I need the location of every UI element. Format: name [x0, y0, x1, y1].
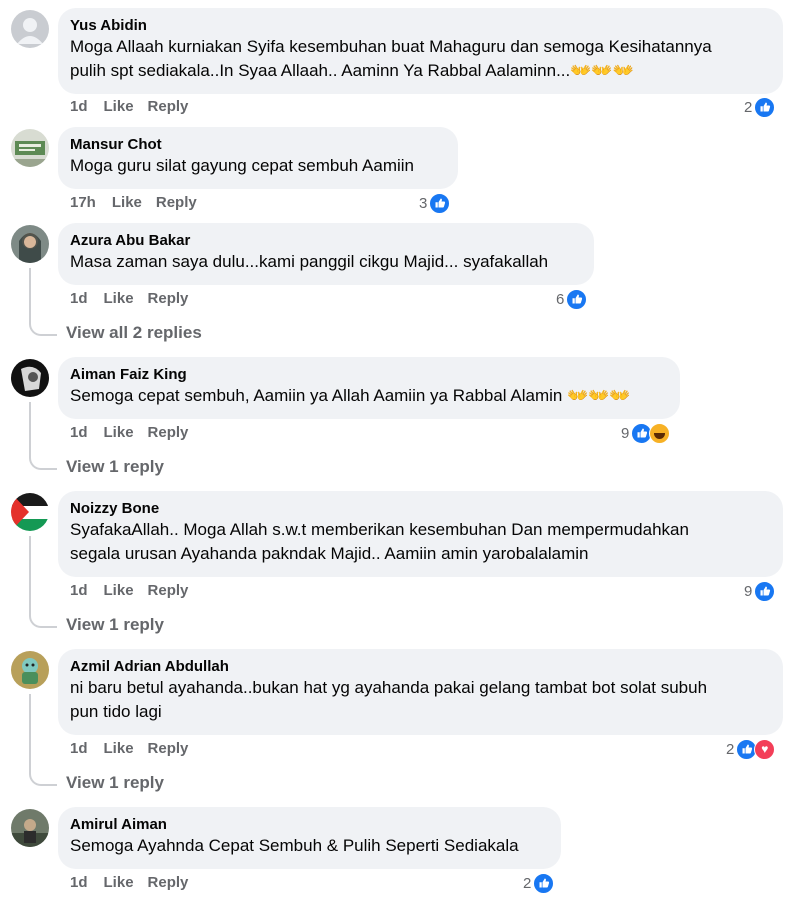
comment-text-line: Semoga cepat sembuh, Aamiin ya Allah Aam…: [70, 386, 631, 405]
comment-text-line: Semoga Ayahnda Cepat Sembuh & Pulih Sepe…: [70, 836, 519, 855]
reply-thread-line: [29, 268, 57, 336]
reply-button[interactable]: Reply: [148, 582, 189, 599]
comment-text-line: pulih spt sediakala..In Syaa Allaah.. Aa…: [70, 61, 634, 80]
comment-author[interactable]: Azmil Adrian Abdullah: [70, 657, 771, 676]
comment-timestamp[interactable]: 17h: [70, 194, 96, 211]
comment-text-line: segala urusan Ayahanda pakndak Majid.. A…: [70, 544, 589, 563]
user-avatar-icon[interactable]: [11, 225, 49, 263]
comment-author[interactable]: Noizzy Bone: [70, 499, 771, 518]
reaction-summary[interactable]: 2: [523, 872, 555, 894]
user-avatar-icon[interactable]: [11, 359, 49, 397]
comment-timestamp[interactable]: 1d: [70, 740, 88, 757]
like-button[interactable]: Like: [104, 424, 134, 441]
reply-button[interactable]: Reply: [148, 424, 189, 441]
view-replies-link[interactable]: View 1 reply: [66, 615, 164, 635]
reply-button[interactable]: Reply: [156, 194, 197, 211]
default-avatar-icon[interactable]: [11, 10, 49, 48]
like-icon: [754, 96, 776, 118]
comment-actions: 1d Like Reply: [70, 874, 202, 891]
like-button[interactable]: Like: [104, 582, 134, 599]
reaction-count: 2: [523, 874, 532, 892]
user-avatar-icon[interactable]: [11, 809, 49, 847]
view-replies-link[interactable]: View 1 reply: [66, 457, 164, 477]
comment-actions: 1d Like Reply: [70, 424, 202, 441]
comment-bubble: Azura Abu Bakar Masa zaman saya dulu...k…: [58, 223, 594, 285]
comment-author[interactable]: Aiman Faiz King: [70, 365, 668, 384]
comment-timestamp[interactable]: 1d: [70, 874, 88, 891]
reaction-count: 9: [621, 424, 630, 442]
like-button[interactable]: Like: [104, 740, 134, 757]
user-avatar-icon[interactable]: [11, 651, 49, 689]
like-button[interactable]: Like: [104, 290, 134, 307]
comment-timestamp[interactable]: 1d: [70, 290, 88, 307]
view-replies-link[interactable]: View all 2 replies: [66, 323, 202, 343]
comment-text-line: Moga Allaah kurniakan Syifa kesembuhan b…: [70, 37, 712, 56]
comment-author[interactable]: Yus Abidin: [70, 16, 771, 35]
comment-author[interactable]: Mansur Chot: [70, 135, 446, 154]
reaction-summary[interactable]: 6: [556, 288, 588, 310]
like-button[interactable]: Like: [112, 194, 142, 211]
reaction-summary[interactable]: 9: [744, 580, 776, 602]
reaction-summary[interactable]: 3: [419, 192, 451, 214]
comment-text-line: pun tido lagi: [70, 702, 162, 721]
haha-icon: [649, 422, 671, 444]
reply-thread-line: [29, 694, 57, 786]
comment-timestamp[interactable]: 1d: [70, 582, 88, 599]
comment-author[interactable]: Azura Abu Bakar: [70, 231, 582, 250]
comment-author[interactable]: Amirul Aiman: [70, 815, 549, 834]
like-button[interactable]: Like: [104, 98, 134, 115]
reply-thread-line: [29, 402, 57, 470]
comment-bubble: Aiman Faiz King Semoga cepat sembuh, Aam…: [58, 357, 680, 419]
comment-timestamp[interactable]: 1d: [70, 98, 88, 115]
like-icon: [566, 288, 588, 310]
reply-button[interactable]: Reply: [148, 740, 189, 757]
reaction-count: 3: [419, 194, 428, 212]
reply-thread-line: [29, 536, 57, 628]
comment-bubble: Yus Abidin Moga Allaah kurniakan Syifa k…: [58, 8, 783, 94]
love-icon: ♥: [754, 738, 776, 760]
comment-actions: 1d Like Reply: [70, 582, 202, 599]
comment-text-line: Moga guru silat gayung cepat sembuh Aami…: [70, 156, 414, 175]
like-icon: [429, 192, 451, 214]
like-icon: [754, 580, 776, 602]
reaction-summary[interactable]: 9: [621, 422, 671, 444]
comment-timestamp[interactable]: 1d: [70, 424, 88, 441]
reply-button[interactable]: Reply: [148, 290, 189, 307]
reply-button[interactable]: Reply: [148, 98, 189, 115]
comment-actions: 1d Like Reply: [70, 740, 202, 757]
reaction-summary[interactable]: 2 ♥: [726, 738, 776, 760]
comment-bubble: Azmil Adrian Abdullah ni baru betul ayah…: [58, 649, 783, 735]
comment-text-line: Masa zaman saya dulu...kami panggil cikg…: [70, 252, 549, 271]
reaction-summary[interactable]: 2: [744, 96, 776, 118]
reaction-count: 2: [726, 740, 735, 758]
comment-text-line: SyafakaAllah.. Moga Allah s.w.t memberik…: [70, 520, 689, 539]
reaction-count: 2: [744, 98, 753, 116]
reaction-count: 6: [556, 290, 565, 308]
comment-bubble: Amirul Aiman Semoga Ayahnda Cepat Sembuh…: [58, 807, 561, 869]
comment-text-line: ni baru betul ayahanda..bukan hat yg aya…: [70, 678, 708, 697]
user-avatar-icon[interactable]: [11, 129, 49, 167]
comment-actions: 17h Like Reply: [70, 194, 211, 211]
comment-bubble: Noizzy Bone SyafakaAllah.. Moga Allah s.…: [58, 491, 783, 577]
view-replies-link[interactable]: View 1 reply: [66, 773, 164, 793]
reply-button[interactable]: Reply: [148, 874, 189, 891]
comment-actions: 1d Like Reply: [70, 290, 202, 307]
user-avatar-icon[interactable]: [11, 493, 49, 531]
like-icon: [533, 872, 555, 894]
like-button[interactable]: Like: [104, 874, 134, 891]
reaction-count: 9: [744, 582, 753, 600]
comment-bubble: Mansur Chot Moga guru silat gayung cepat…: [58, 127, 458, 189]
comment-actions: 1d Like Reply: [70, 98, 202, 115]
